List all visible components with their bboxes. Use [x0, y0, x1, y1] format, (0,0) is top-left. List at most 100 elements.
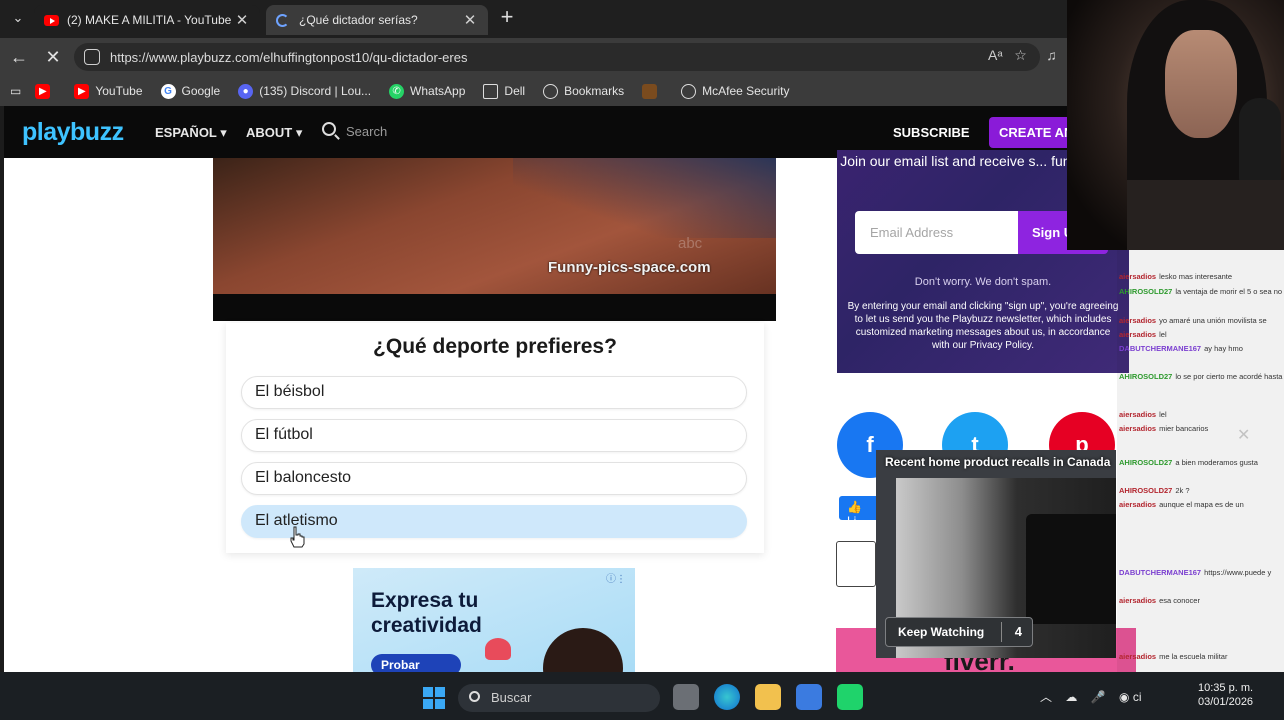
answer-option[interactable]: El béisbol — [241, 376, 747, 409]
hand-cursor-icon — [290, 526, 305, 548]
chat-user: aiersadios — [1119, 410, 1157, 419]
email-field[interactable] — [855, 211, 1018, 254]
answer-option-hovered[interactable]: El atletismo — [241, 505, 747, 538]
chat-text: mier bancarios — [1159, 424, 1209, 433]
taskbar-search[interactable]: Buscar — [458, 684, 660, 712]
appliance-control-panel — [1026, 514, 1116, 624]
divider — [1001, 622, 1002, 642]
back-button[interactable]: ← — [8, 46, 30, 68]
tab-title: (2) MAKE A MILITIA - YouTube — [67, 13, 232, 27]
close-tab-icon[interactable]: ✕ — [462, 11, 478, 29]
ad-cta-button[interactable]: Probar ahora — [371, 654, 461, 672]
tab-actions-menu-icon[interactable]: ⌄ — [8, 10, 28, 28]
bookmark-label: McAfee Security — [702, 84, 790, 98]
bookmark-label: Dell — [504, 84, 526, 98]
chat-text: yo amaré una unión movilista se — [1159, 316, 1267, 325]
close-tab-icon[interactable]: ✕ — [234, 11, 250, 29]
google-icon: G — [160, 83, 176, 99]
facebook-like-button[interactable]: 👍 Li — [839, 496, 879, 528]
video-frame-shade — [513, 158, 776, 238]
task-view-icon[interactable] — [673, 684, 699, 710]
search-icon — [469, 691, 480, 702]
ad-photo — [543, 628, 623, 672]
folder-icon — [483, 83, 499, 99]
chat-user: DABUTCHERMANE167 — [1119, 344, 1202, 353]
clock-date: 03/01/2026 — [1198, 696, 1254, 708]
answer-option[interactable]: El fútbol — [241, 419, 747, 452]
new-tab-button[interactable]: + — [495, 6, 519, 30]
bookmark-youtube[interactable]: ▶ YouTube — [74, 83, 143, 99]
edge-browser-icon[interactable] — [714, 684, 740, 710]
microsoft-store-icon[interactable] — [796, 684, 822, 710]
facebook-icon: f — [866, 432, 874, 457]
playbuzz-logo[interactable]: playbuzz — [22, 118, 124, 147]
search-input[interactable] — [346, 120, 466, 142]
chat-message: aiersadios lesko mas interesante — [1119, 272, 1284, 281]
system-tray[interactable]: ︿ ☁ 🎤 ◉ ci — [1040, 688, 1142, 705]
chat-user: aiersadios — [1119, 272, 1157, 281]
subscribe-link[interactable]: SUBSCRIBE — [893, 125, 970, 140]
streamer-face — [1165, 30, 1237, 138]
keep-watching-button[interactable]: Keep Watching 4 — [885, 617, 1033, 647]
search-icon[interactable] — [322, 122, 336, 136]
countdown: 4 — [1014, 624, 1022, 639]
cloud-icon[interactable]: ☁ — [1065, 690, 1077, 704]
tab-quiz-active[interactable]: ¿Qué dictador serías? ✕ — [266, 5, 488, 35]
ad-info-icon[interactable]: ⓘ⋮ — [606, 570, 626, 585]
chat-user: AHIROSOLD27 — [1119, 287, 1173, 296]
outlined-button[interactable] — [836, 541, 876, 587]
bookmark-google[interactable]: G Google — [160, 83, 220, 99]
site-info-icon[interactable] — [84, 49, 100, 65]
answer-option[interactable]: El baloncesto — [241, 462, 747, 495]
bookmark-whatsapp[interactable]: ✆ WhatsApp — [389, 83, 465, 99]
favorite-star-icon[interactable]: ☆ — [1014, 47, 1027, 63]
whatsapp-icon: ✆ — [389, 83, 405, 99]
stop-loading-button[interactable]: ✕ — [42, 46, 64, 68]
bookmark-youtube-short[interactable]: ▶ — [35, 83, 56, 99]
abc-logo: abc — [678, 235, 703, 252]
tab-youtube[interactable]: (2) MAKE A MILITIA - YouTube ✕ — [34, 5, 260, 35]
about-menu[interactable]: ABOUT ▾ — [246, 125, 302, 141]
no-spam-note: Don't worry. We don't spam. — [914, 276, 1052, 288]
chat-message: aiersadios aunque el mapa es de un — [1119, 500, 1284, 509]
url-text: https://www.playbuzz.com/elhuffingtonpos… — [110, 49, 468, 65]
chat-message: aiersadios lel — [1119, 410, 1284, 419]
chat-text: la ventaja de morir el 5 o sea no ser de… — [1175, 287, 1284, 296]
file-explorer-icon[interactable] — [755, 684, 781, 710]
youtube-icon: ▶ — [35, 83, 51, 99]
read-aloud-icon[interactable]: Aᵃ — [988, 47, 1003, 63]
chat-user: AHIROSOLD27 — [1119, 372, 1173, 381]
chevron-up-icon[interactable]: ︿ — [1040, 690, 1052, 704]
youtube-icon: ▶ — [74, 83, 90, 99]
advertisement[interactable]: Expresa tu creatividad Probar ahora ⓘ⋮ — [353, 568, 635, 672]
chat-user: DABUTCHERMANE167 — [1119, 568, 1202, 577]
wifi-icon[interactable]: ◉ — [1119, 690, 1129, 704]
chat-text: ay hay hmo — [1204, 344, 1243, 353]
loading-spinner-icon — [276, 13, 289, 27]
chat-text: 2k ? — [1175, 486, 1190, 495]
bookmarks-menu-icon[interactable]: ▭ — [10, 84, 21, 98]
microphone-icon[interactable]: 🎤 — [1091, 690, 1106, 704]
floating-video-player[interactable]: Recent home product recalls in Canada Ke… — [876, 450, 1116, 658]
chat-text: lesko mas interesante — [1159, 272, 1233, 281]
quiz-question-card: ¿Qué deporte prefieres? El béisbol El fú… — [226, 323, 764, 553]
chat-text: me la escuela militar — [1159, 652, 1228, 661]
chat-text: esa conocer — [1159, 596, 1200, 605]
video-player[interactable]: abc Funny-pics-space.com — [213, 158, 776, 321]
keep-watching-label: Keep Watching — [898, 625, 985, 639]
quiz-question: ¿Qué deporte prefieres? — [373, 335, 617, 358]
bookmark-dell[interactable]: Dell — [483, 83, 526, 99]
webcam-overlay — [1067, 0, 1284, 250]
bookmark-extension[interactable] — [642, 83, 663, 99]
language-menu[interactable]: ESPAÑOL ▾ — [155, 125, 227, 141]
chat-message: DABUTCHERMANE167 https://www.puede y — [1119, 568, 1284, 577]
extensions-icon[interactable]: ♫ — [1046, 47, 1057, 63]
clock[interactable]: 10:35 p. m. 03/01/2026 — [1198, 681, 1253, 709]
address-bar[interactable]: https://www.playbuzz.com/elhuffingtonpos… — [74, 43, 1040, 71]
app-icon[interactable] — [837, 684, 863, 710]
bookmark-discord[interactable]: ● (135) Discord | Lou... — [238, 83, 371, 99]
bookmark-bookmarks[interactable]: Bookmarks — [543, 83, 624, 99]
taskbar-search-label: Buscar — [491, 690, 532, 705]
bookmark-mcafee[interactable]: McAfee Security — [681, 83, 790, 99]
windows-start-icon[interactable] — [423, 687, 445, 709]
